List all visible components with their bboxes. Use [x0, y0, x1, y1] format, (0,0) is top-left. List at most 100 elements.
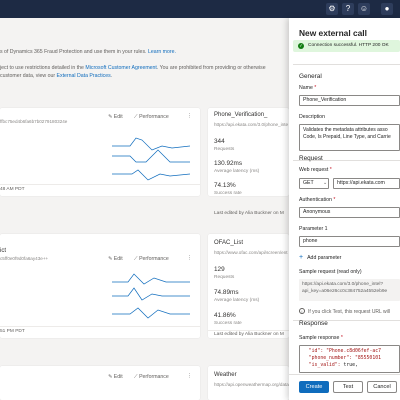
performance-button[interactable]: ⟋ Performance — [134, 256, 169, 263]
more-icon[interactable]: ⋮ — [187, 373, 192, 379]
more-icon[interactable]: ⋮ — [187, 113, 192, 119]
parameter-value: phone — [303, 238, 318, 244]
json-key: "id": — [308, 349, 324, 354]
card-divider — [0, 184, 200, 185]
card-name: OFAC_List — [214, 240, 244, 246]
test-info-text: If you click Test, this request URL will — [308, 309, 390, 315]
sample-request-line: https://api.ekata.com/3.0/phone_intel? — [302, 282, 384, 287]
edit-button[interactable]: ✎ Edit — [108, 114, 123, 120]
feedback-icon[interactable]: ☺ — [358, 3, 370, 15]
external-call-card[interactable]: ffbc75ed4b6fa6b7b0279180324e ✎ Edit ⟋ Pe… — [0, 108, 200, 196]
more-icon[interactable]: ⋮ — [187, 255, 192, 261]
card-name: Phone_Verification_ — [214, 112, 268, 118]
latency-sparkline — [112, 287, 190, 301]
name-input-value: Phone_Verification — [303, 97, 347, 103]
sample-response-editor[interactable]: "id": "Phone.c8d06fef-ac7 "phone_number"… — [299, 345, 400, 373]
url-input[interactable]: https://api.ekata.com — [333, 178, 400, 189]
json-value: true, — [340, 363, 358, 368]
http-method-value: GET — [303, 180, 314, 186]
cancel-button[interactable]: Cancel — [367, 381, 397, 393]
intro-line-2-suffix: . You are prohibited from providing or o… — [156, 65, 266, 71]
success-rate-label: Success rate — [214, 321, 242, 326]
performance-label: Performance — [139, 256, 169, 262]
sample-request-line: api_key=a06e26cc0c384752a4552eb9e — [302, 289, 388, 294]
card-name: Weather — [214, 372, 237, 378]
name-label: Name * — [299, 85, 317, 91]
learn-more-link[interactable]: Learn more. — [148, 49, 176, 55]
intro-line-3-suffix: . — [110, 73, 113, 79]
account-icon[interactable]: ● — [381, 3, 393, 15]
last-edited-text: 51 PM PDT — [0, 329, 25, 334]
test-button[interactable]: Test — [333, 381, 363, 393]
latency-value: 74.89ms — [214, 289, 239, 296]
last-edited-text: Last edited by Alia Buckner on M — [214, 332, 284, 337]
response-section-heading: Response — [299, 320, 328, 327]
authentication-value: Anonymous — [303, 209, 331, 215]
performance-label: Performance — [139, 114, 169, 120]
external-call-card[interactable]: ict c5ff0e0f9d0fa6ay43e++ ✎ Edit ⟋ Perfo… — [0, 234, 200, 338]
requests-value: 344 — [214, 138, 225, 145]
performance-button[interactable]: ⟋ Performance — [134, 374, 169, 381]
edit-label: Edit — [113, 114, 123, 120]
card-url: https://www.ofac.com/api/screen/ent — [214, 250, 288, 255]
edit-label: Edit — [113, 374, 123, 380]
plus-icon: + — [299, 254, 304, 261]
settings-icon[interactable]: ⚙ — [326, 3, 338, 15]
external-call-card[interactable]: ✎ Edit ⟋ Performance ⋮ — [0, 366, 200, 400]
json-value: "85550101 — [352, 356, 381, 361]
edit-button[interactable]: ✎ Edit — [108, 374, 123, 380]
authentication-dropdown[interactable]: Anonymous — [299, 207, 400, 218]
authentication-label-text: Authentication — [299, 197, 332, 203]
section-divider — [293, 64, 400, 65]
connection-success-banner: ✓ Connection successful. HTTP 200 OK — [293, 40, 400, 52]
card-url: https://api.openweathermap.org/data/ — [214, 382, 291, 387]
latency-value: 130.92ms — [214, 160, 243, 167]
general-section-heading: General — [299, 73, 322, 80]
external-call-card[interactable]: Phone_Verification_ https://api.ekata.co… — [208, 108, 289, 196]
last-edited-text: 48 AM PDT — [0, 187, 25, 192]
parameter-label: Parameter 1 — [299, 226, 328, 232]
add-parameter-button[interactable]: + Add parameter — [299, 254, 341, 261]
add-parameter-label: Add parameter — [307, 255, 342, 261]
external-call-card[interactable]: OFAC_List https://www.ofac.com/api/scree… — [208, 234, 289, 338]
web-request-label: Web request * — [299, 167, 332, 173]
edit-label: Edit — [113, 256, 123, 262]
page-intro: s of Dynamics 365 Fraud Protection and u… — [0, 48, 300, 80]
success-sparkline — [112, 169, 190, 181]
sample-response-label-text: Sample response — [299, 335, 340, 341]
card-divider — [208, 330, 289, 331]
success-rate-value: 74.13% — [214, 182, 236, 189]
success-message: Connection successful. HTTP 200 OK — [308, 43, 389, 48]
help-icon[interactable]: ? — [342, 3, 354, 15]
description-line: Code, Is Prepaid, Line Type, and Carrie — [303, 134, 391, 140]
parameter-input[interactable]: phone — [299, 236, 400, 247]
external-data-practices-link[interactable]: External Data Practices — [57, 73, 111, 79]
intro-line-1: s of Dynamics 365 Fraud Protection and u… — [0, 49, 147, 55]
authentication-label: Authentication * — [299, 197, 336, 203]
edit-button[interactable]: ✎ Edit — [108, 256, 123, 262]
intro-line-3: customer data, view our — [0, 73, 56, 79]
performance-sparklines — [112, 137, 190, 181]
latency-label: Average latency (ms) — [214, 169, 260, 174]
performance-button[interactable]: ⟋ Performance — [134, 114, 169, 121]
latency-label: Average latency (ms) — [214, 298, 260, 303]
description-line: Validates the metadata attributes asso — [303, 127, 388, 133]
success-rate-value: 41.86% — [214, 312, 236, 319]
success-rate-label: Success rate — [214, 191, 242, 196]
sample-response-label: Sample response * — [299, 335, 343, 341]
latency-sparkline — [112, 149, 190, 163]
top-navigation-bar: ⚙ ? ☺ ● — [0, 0, 400, 18]
code-line: "is_valid": true, — [303, 362, 396, 369]
description-textarea[interactable]: Validates the metadata attributes asso C… — [299, 124, 400, 151]
requests-sparkline — [112, 273, 190, 285]
new-external-call-panel: New external call ✓ Connection successfu… — [289, 18, 400, 400]
external-call-card[interactable]: Weather https://api.openweathermap.org/d… — [208, 366, 291, 400]
test-info-note: i If you click Test, this request URL wil… — [299, 308, 390, 315]
customer-agreement-link[interactable]: Microsoft Customer Agreement — [85, 65, 157, 71]
create-button[interactable]: Create — [299, 381, 329, 393]
requests-sparkline — [112, 137, 190, 151]
json-key: "phone_number": — [308, 356, 353, 361]
url-input-value: https://api.ekata.com — [337, 180, 385, 186]
name-input[interactable]: Phone_Verification — [299, 95, 400, 106]
card-id: c5ff0e0f9d0fa6ay43e++ — [0, 256, 49, 261]
